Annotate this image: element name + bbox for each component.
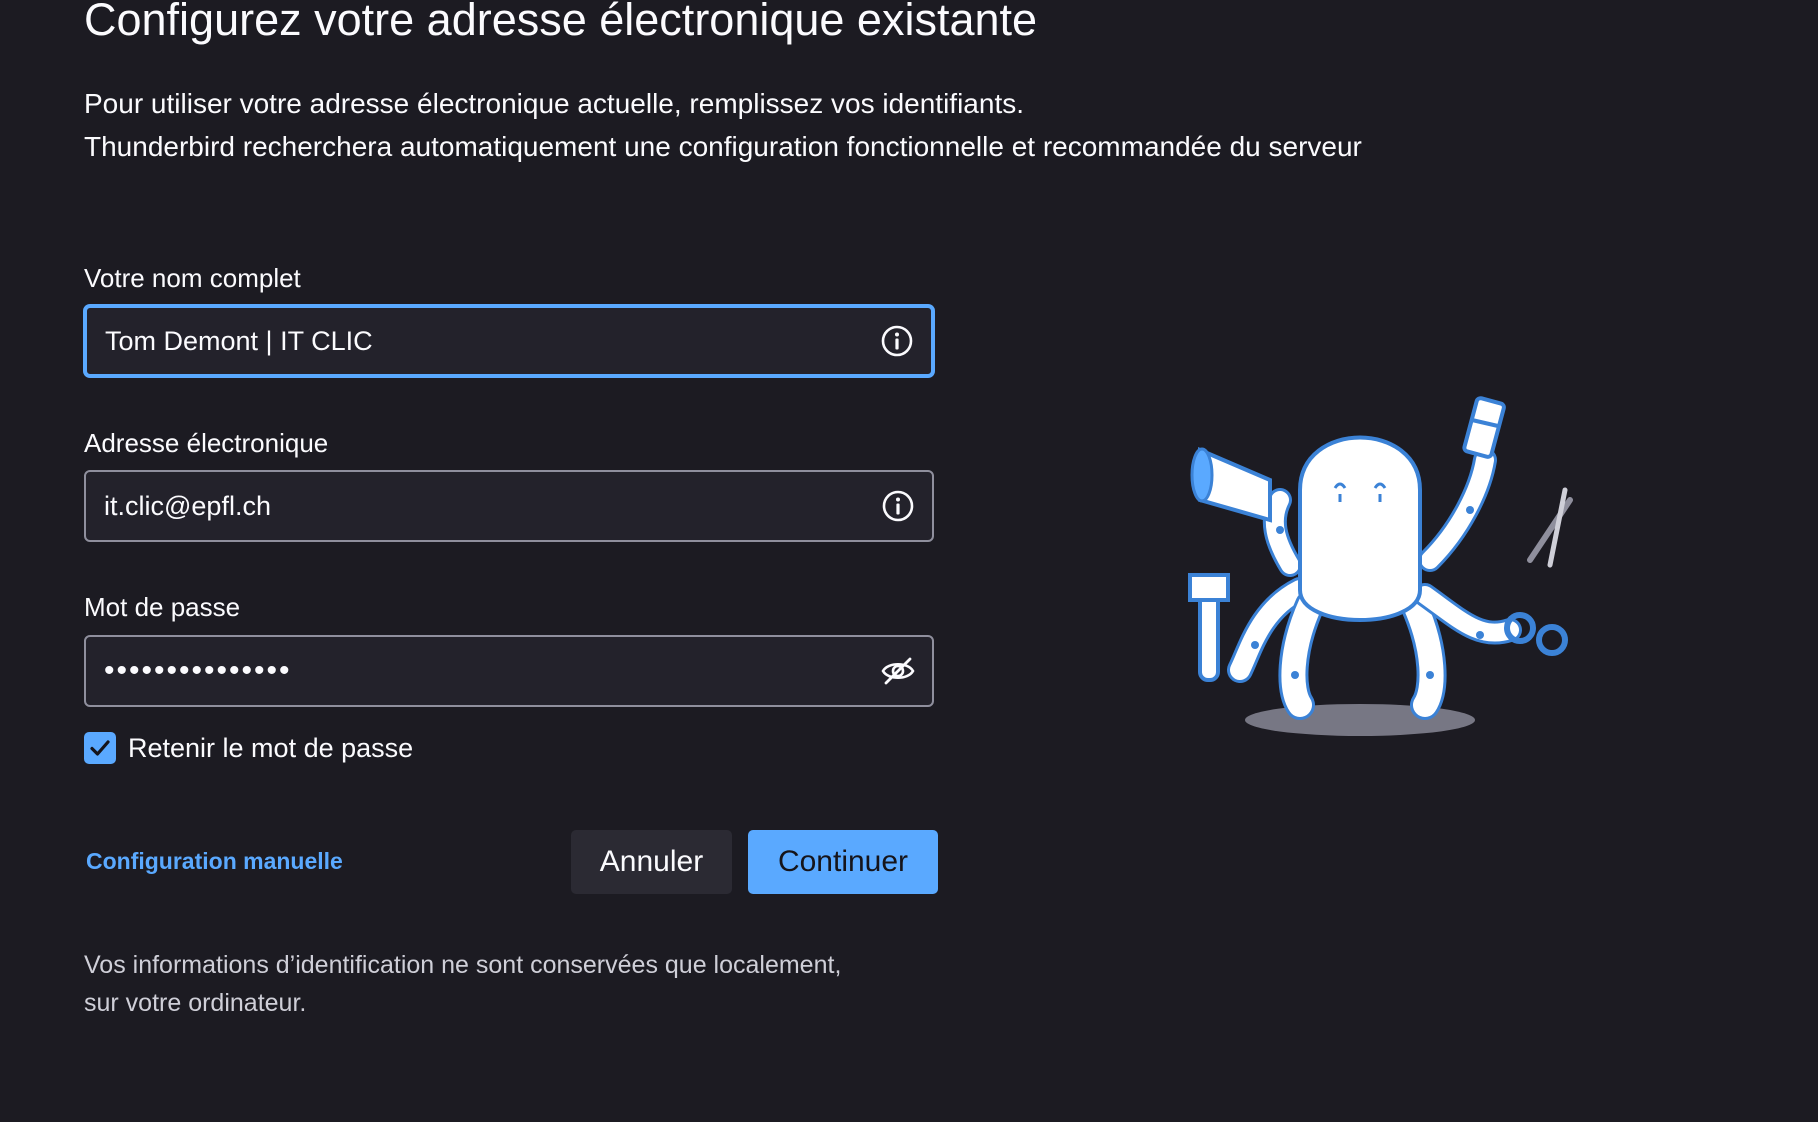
info-icon[interactable] (879, 323, 915, 359)
remember-password-label[interactable]: Retenir le mot de passe (128, 733, 413, 764)
password-field[interactable]: ••••••••••••••• (84, 635, 934, 707)
email-label: Adresse électronique (84, 428, 329, 458)
manual-config-link[interactable]: Configuration manuelle (86, 848, 343, 875)
continue-button[interactable]: Continuer (748, 830, 938, 894)
intro-text: Pour utiliser votre adresse électronique… (84, 82, 1362, 168)
password-label: Mot de passe (84, 592, 241, 622)
name-input[interactable]: Tom Demont | IT CLIC (87, 326, 879, 357)
remember-password-row[interactable]: Retenir le mot de passe (84, 732, 413, 764)
account-setup-page: Configurez votre adresse électronique ex… (0, 0, 1818, 1122)
cancel-button[interactable]: Annuler (571, 830, 732, 894)
email-input[interactable]: it.clic@epfl.ch (86, 491, 880, 522)
checkmark-icon (90, 740, 110, 756)
intro-line-1: Pour utiliser votre adresse électronique… (84, 88, 1025, 119)
eye-slash-icon[interactable] (880, 653, 916, 689)
privacy-note: Vos informations d’identification ne son… (84, 946, 841, 1022)
remember-password-checkbox[interactable] (84, 732, 116, 764)
privacy-note-line-1: Vos informations d’identification ne son… (84, 951, 842, 979)
name-label: Votre nom complet (84, 263, 301, 293)
privacy-note-line-2: sur votre ordinateur. (84, 989, 307, 1017)
page-title: Configurez votre adresse électronique ex… (84, 0, 1038, 45)
intro-line-2: Thunderbird recherchera automatiquement … (84, 131, 1362, 162)
email-field[interactable]: it.clic@epfl.ch (84, 470, 934, 542)
octopus-mascot-illustration (1180, 390, 1600, 750)
password-input[interactable]: ••••••••••••••• (86, 654, 880, 688)
info-icon[interactable] (880, 488, 916, 524)
name-field[interactable]: Tom Demont | IT CLIC (84, 305, 934, 377)
